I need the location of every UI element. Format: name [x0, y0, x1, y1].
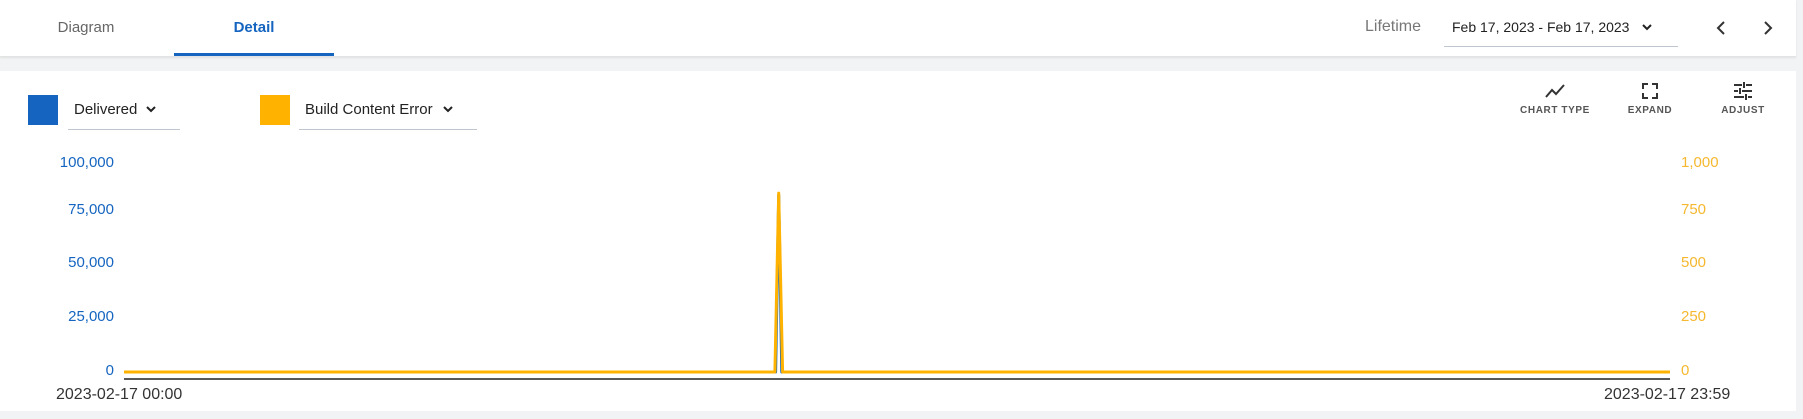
- lifetime-label: Lifetime: [1365, 18, 1422, 35]
- x-end-label: 2023-02-17 23:59: [1604, 386, 1731, 403]
- x-start-label: 2023-02-17 00:00: [56, 386, 183, 403]
- date-range-value: Feb 17, 2023 - Feb 17, 2023: [1452, 19, 1630, 35]
- top-bar: Diagram Detail Lifetime Feb 17, 2023 - F…: [0, 0, 1796, 57]
- active-tab-indicator: [174, 53, 334, 56]
- chevron-left-icon: [1716, 21, 1725, 35]
- tab-diagram[interactable]: Diagram: [0, 0, 172, 56]
- date-range-select[interactable]: Feb 17, 2023 - Feb 17, 2023: [1444, 10, 1678, 47]
- next-period-button[interactable]: [1754, 15, 1780, 41]
- line-chart: [124, 191, 1670, 380]
- tab-detail[interactable]: Detail: [174, 0, 334, 56]
- series-line-delivered: [124, 193, 1670, 374]
- chevron-down-icon: [1640, 20, 1654, 39]
- previous-period-button[interactable]: [1709, 15, 1735, 41]
- series-line-build-content-error: [124, 191, 1670, 374]
- chart-card: Delivered Build Content Error CHART TYPE…: [0, 71, 1796, 411]
- chevron-right-icon: [1764, 21, 1773, 35]
